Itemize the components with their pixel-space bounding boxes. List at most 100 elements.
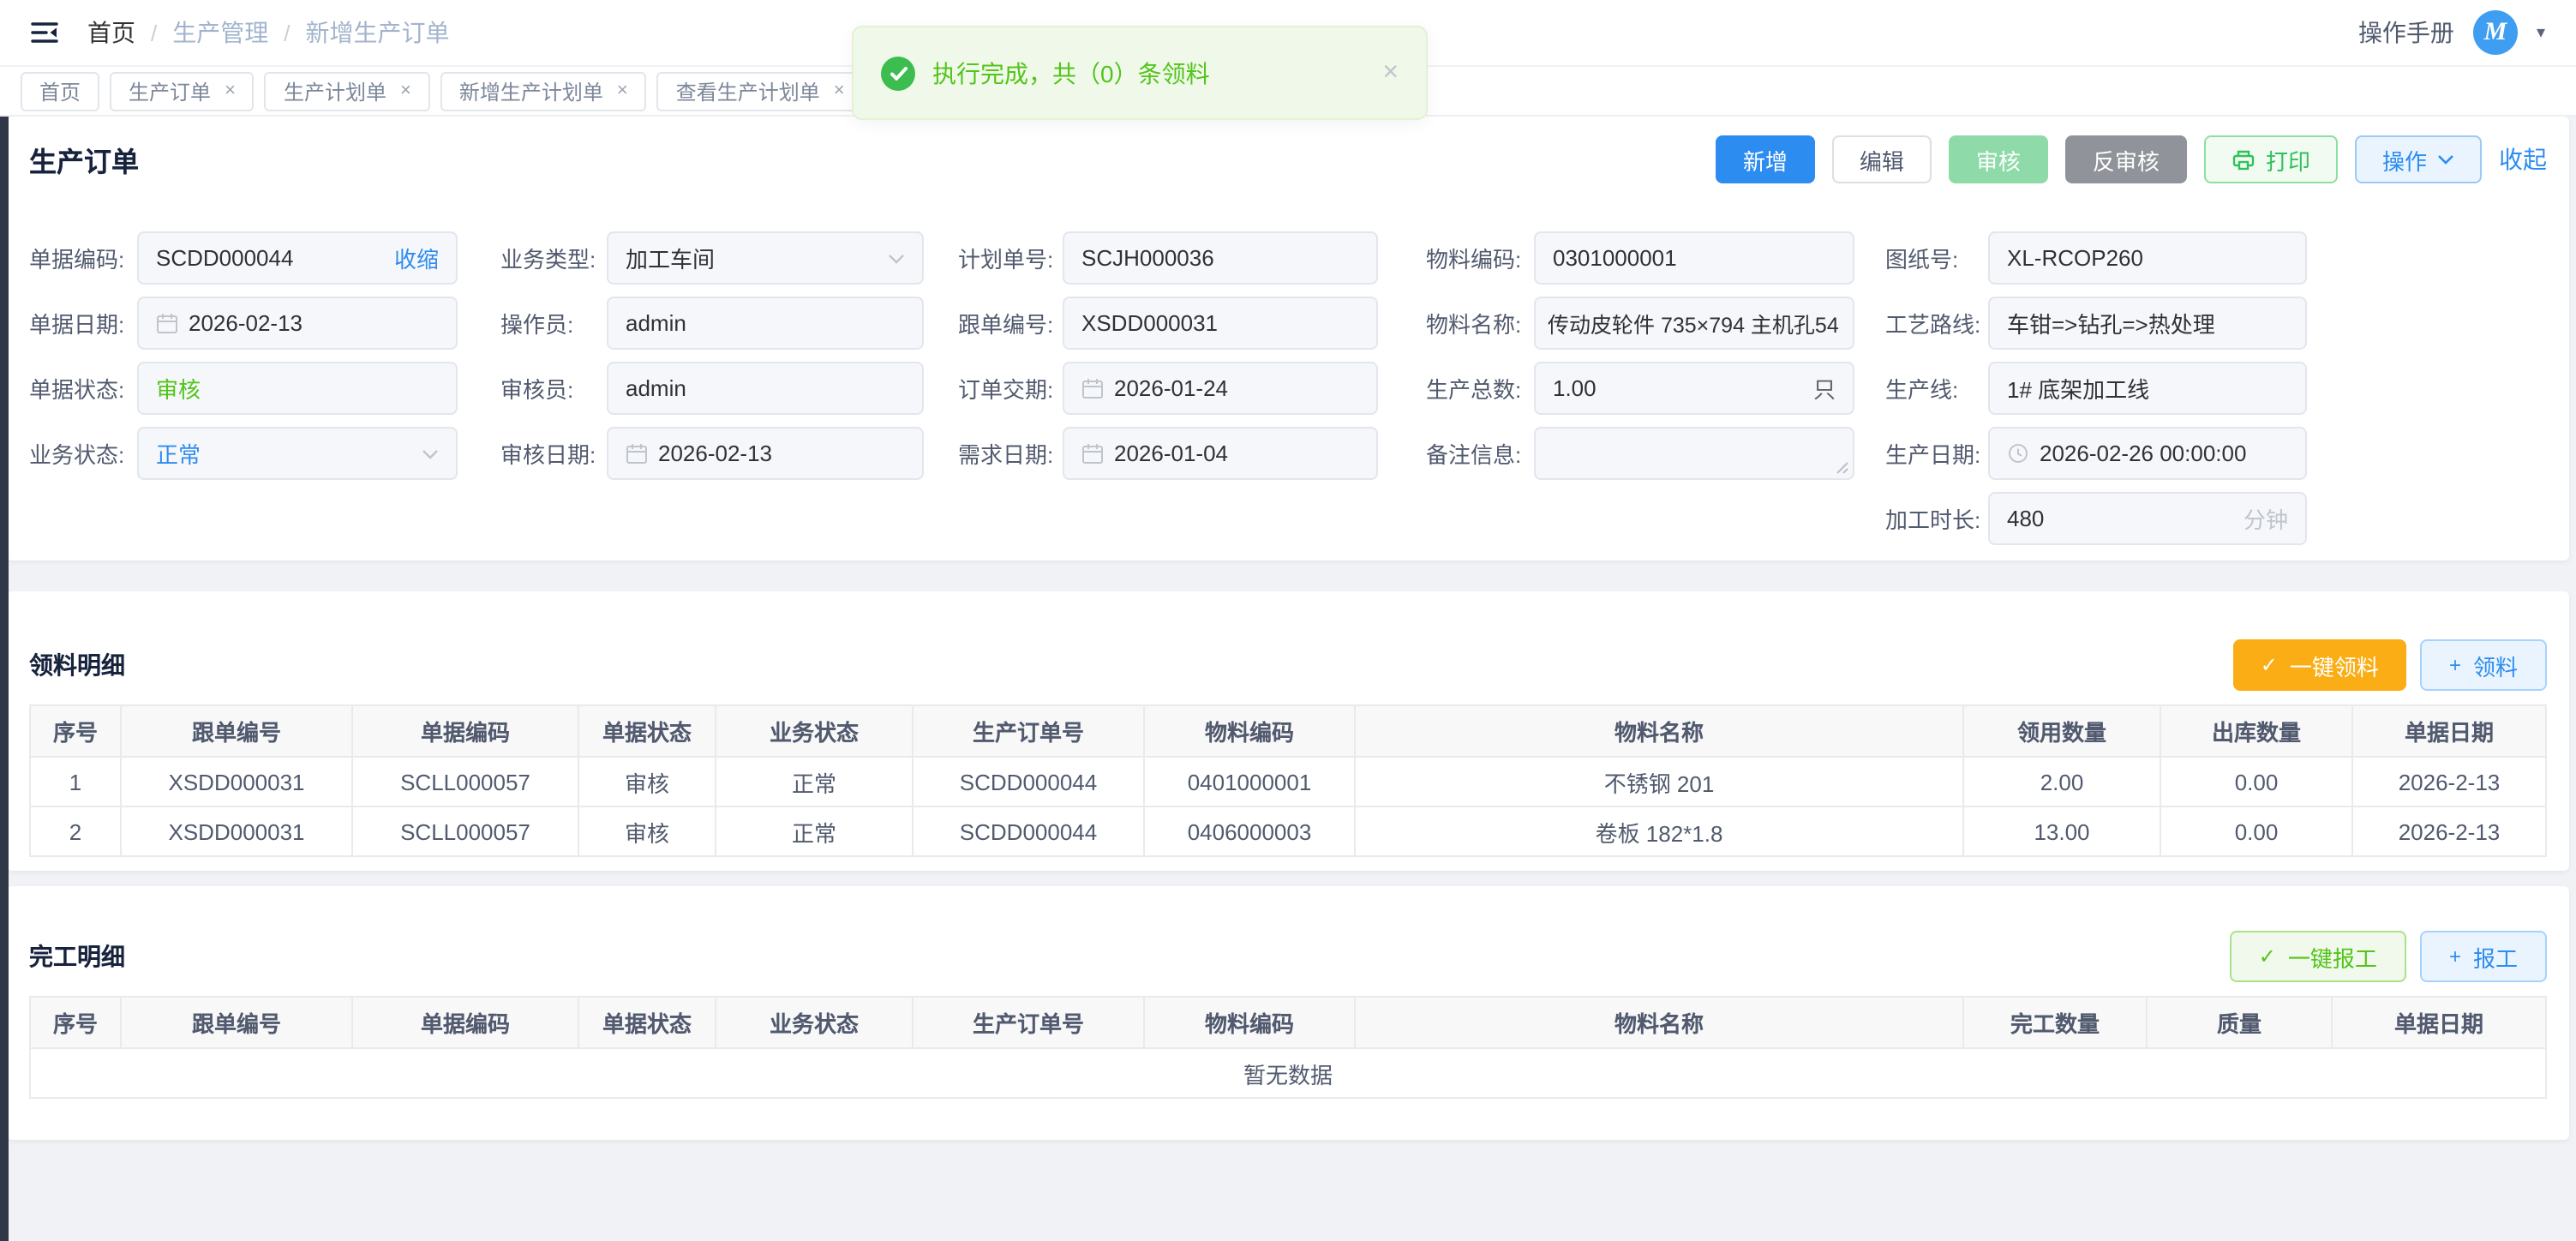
edit-button[interactable]: 编辑 bbox=[1832, 135, 1932, 183]
page-title: 生产订单 bbox=[29, 139, 139, 180]
success-toast: 执行完成，共（0）条领料 × bbox=[852, 26, 1428, 120]
doc-status-label: 单据状态: bbox=[29, 372, 137, 405]
material-code-label: 物料编码: bbox=[1426, 242, 1534, 274]
cell-material-name: 卷板 182*1.8 bbox=[1355, 806, 1963, 856]
col-header: 物料编码 bbox=[1144, 705, 1355, 757]
cell-follow-no: XSDD000031 bbox=[121, 806, 352, 856]
more-actions-button[interactable]: 操作 bbox=[2355, 135, 2482, 183]
demand-date-input[interactable]: 2026-01-04 bbox=[1063, 427, 1378, 480]
table-row: 2 XSDD000031 SCLL000057 审核 正常 SCDD000044… bbox=[30, 806, 2546, 856]
biz-type-select[interactable]: 加工车间 bbox=[607, 231, 924, 285]
tab-label: 查看生产计划单 bbox=[676, 76, 820, 105]
tab-home[interactable]: 首页 bbox=[21, 71, 99, 111]
card-header: 生产订单 新增 编辑 审核 反审核 打印 bbox=[7, 117, 2569, 185]
one-click-report-button[interactable]: ✓ 一键报工 bbox=[2230, 931, 2406, 982]
cell-req-qty: 13.00 bbox=[1963, 806, 2160, 856]
collapse-panel-link[interactable]: 收起 bbox=[2499, 142, 2547, 177]
doc-date-value: 2026-02-13 bbox=[189, 310, 439, 336]
plan-no-label: 计划单号: bbox=[958, 242, 1063, 274]
finish-table: 序号 跟单编号 单据编码 单据状态 业务状态 生产订单号 物料编码 物料名称 完… bbox=[29, 996, 2547, 1099]
material-code-input[interactable]: 0301000001 bbox=[1534, 231, 1854, 285]
plan-no-value: SCJH000036 bbox=[1081, 245, 1359, 271]
demand-date-value: 2026-01-04 bbox=[1114, 441, 1359, 466]
cell-doc-code-link[interactable]: SCLL000057 bbox=[352, 806, 578, 856]
button-label: 领料 bbox=[2473, 649, 2518, 681]
table-header-row: 序号 跟单编号 单据编码 单据状态 业务状态 生产订单号 物料编码 物料名称 领… bbox=[30, 705, 2546, 757]
breadcrumb: 首页 / 生产管理 / 新增生产订单 bbox=[87, 15, 450, 50]
material-name-input[interactable]: 传动皮轮件 735×794 主机孔54 bbox=[1534, 297, 1854, 350]
cell-doc-code-link[interactable]: SCLL000057 bbox=[352, 757, 578, 806]
follow-no-value: XSDD000031 bbox=[1081, 310, 1359, 336]
col-header: 质量 bbox=[2147, 997, 2332, 1048]
print-button[interactable]: 打印 bbox=[2204, 135, 2338, 183]
material-name-value: 传动皮轮件 735×794 主机孔54 bbox=[1548, 307, 1841, 339]
col-header: 单据状态 bbox=[578, 997, 716, 1048]
col-header: 单据编码 bbox=[352, 705, 578, 757]
process-route-input[interactable]: 车钳=>钻孔=>热处理 bbox=[1988, 297, 2307, 350]
auditor-input[interactable]: admin bbox=[607, 362, 924, 415]
biz-status-select[interactable]: 正常 bbox=[137, 427, 458, 480]
manual-link[interactable]: 操作手册 bbox=[2358, 15, 2454, 50]
finish-section-header: 完工明细 ✓ 一键报工 + 报工 bbox=[29, 931, 2547, 982]
follow-no-input[interactable]: XSDD000031 bbox=[1063, 297, 1378, 350]
calendar-icon bbox=[1081, 442, 1104, 465]
tab-label: 新增生产计划单 bbox=[459, 76, 603, 105]
order-due-input[interactable]: 2026-01-24 bbox=[1063, 362, 1378, 415]
process-time-input[interactable]: 480 分钟 bbox=[1988, 492, 2307, 545]
close-icon[interactable]: × bbox=[225, 81, 236, 100]
col-header: 单据日期 bbox=[2352, 705, 2546, 757]
close-icon[interactable]: × bbox=[1382, 59, 1399, 87]
total-qty-input[interactable]: 1.00 只 bbox=[1534, 362, 1854, 415]
app-root: 首页 / 生产管理 / 新增生产订单 操作手册 M ▾ 首页 生产订单 × 生产… bbox=[0, 0, 2576, 1241]
doc-code-input[interactable]: SCDD000044 收缩 bbox=[137, 231, 458, 285]
tab-new-production-plan[interactable]: 新增生产计划单 × bbox=[440, 71, 647, 111]
add-requisition-button[interactable]: + 领料 bbox=[2420, 639, 2547, 691]
menu-fold-icon[interactable] bbox=[31, 21, 58, 45]
prod-line-input[interactable]: 1# 底架加工线 bbox=[1988, 362, 2307, 415]
cell-biz-status: 正常 bbox=[716, 806, 913, 856]
doc-status-input[interactable]: 审核 bbox=[137, 362, 458, 415]
cell-biz-status: 正常 bbox=[716, 757, 913, 806]
close-icon[interactable]: × bbox=[834, 81, 845, 100]
shrink-link[interactable]: 收缩 bbox=[394, 242, 439, 274]
add-button[interactable]: 新增 bbox=[1716, 135, 1815, 183]
material-code-value: 0301000001 bbox=[1553, 245, 1836, 271]
resize-handle-icon[interactable] bbox=[1836, 461, 1849, 475]
chevron-down-icon bbox=[2437, 154, 2454, 165]
breadcrumb-home[interactable]: 首页 bbox=[87, 15, 135, 50]
audit-button[interactable]: 审核 bbox=[1949, 135, 2048, 183]
empty-state-text: 暂无数据 bbox=[30, 1048, 2546, 1098]
tab-production-order[interactable]: 生产订单 × bbox=[110, 71, 255, 111]
plan-no-input[interactable]: SCJH000036 bbox=[1063, 231, 1378, 285]
process-time-value: 480 bbox=[2007, 506, 2233, 531]
toast-message: 执行完成，共（0）条领料 bbox=[932, 56, 1210, 90]
unaudit-button[interactable]: 反审核 bbox=[2065, 135, 2187, 183]
close-icon[interactable]: × bbox=[400, 81, 411, 100]
remark-textarea[interactable] bbox=[1534, 427, 1854, 480]
tab-view-production-plan[interactable]: 查看生产计划单 × bbox=[657, 71, 864, 111]
drawing-no-input[interactable]: XL-RCOP260 bbox=[1988, 231, 2307, 285]
prod-line-label: 生产线: bbox=[1885, 372, 1988, 405]
cell-req-qty: 2.00 bbox=[1963, 757, 2160, 806]
printer-icon bbox=[2232, 148, 2255, 171]
one-click-requisition-button[interactable]: ✓ 一键领料 bbox=[2233, 639, 2406, 691]
table-header-row: 序号 跟单编号 单据编码 单据状态 业务状态 生产订单号 物料编码 物料名称 完… bbox=[30, 997, 2546, 1048]
tab-production-plan[interactable]: 生产计划单 × bbox=[265, 71, 430, 111]
plus-icon: + bbox=[2449, 655, 2461, 675]
operator-input[interactable]: admin bbox=[607, 297, 924, 350]
close-icon[interactable]: × bbox=[617, 81, 628, 100]
chevron-down-icon bbox=[422, 448, 439, 459]
button-label: 报工 bbox=[2473, 940, 2518, 973]
unit-suffix: 分钟 bbox=[2244, 502, 2288, 535]
breadcrumb-production-mgmt[interactable]: 生产管理 bbox=[172, 15, 268, 50]
add-report-button[interactable]: + 报工 bbox=[2420, 931, 2547, 982]
chevron-down-icon[interactable]: ▾ bbox=[2537, 23, 2545, 42]
col-header: 领用数量 bbox=[1963, 705, 2160, 757]
prod-date-input[interactable]: 2026-02-26 00:00:00 bbox=[1988, 427, 2307, 480]
audit-date-label: 审核日期: bbox=[500, 437, 607, 470]
doc-date-input[interactable]: 2026-02-13 bbox=[137, 297, 458, 350]
audit-date-value: 2026-02-13 bbox=[658, 441, 905, 466]
avatar[interactable]: M bbox=[2473, 10, 2518, 55]
collapsed-sidebar bbox=[0, 67, 9, 1241]
audit-date-input[interactable]: 2026-02-13 bbox=[607, 427, 924, 480]
